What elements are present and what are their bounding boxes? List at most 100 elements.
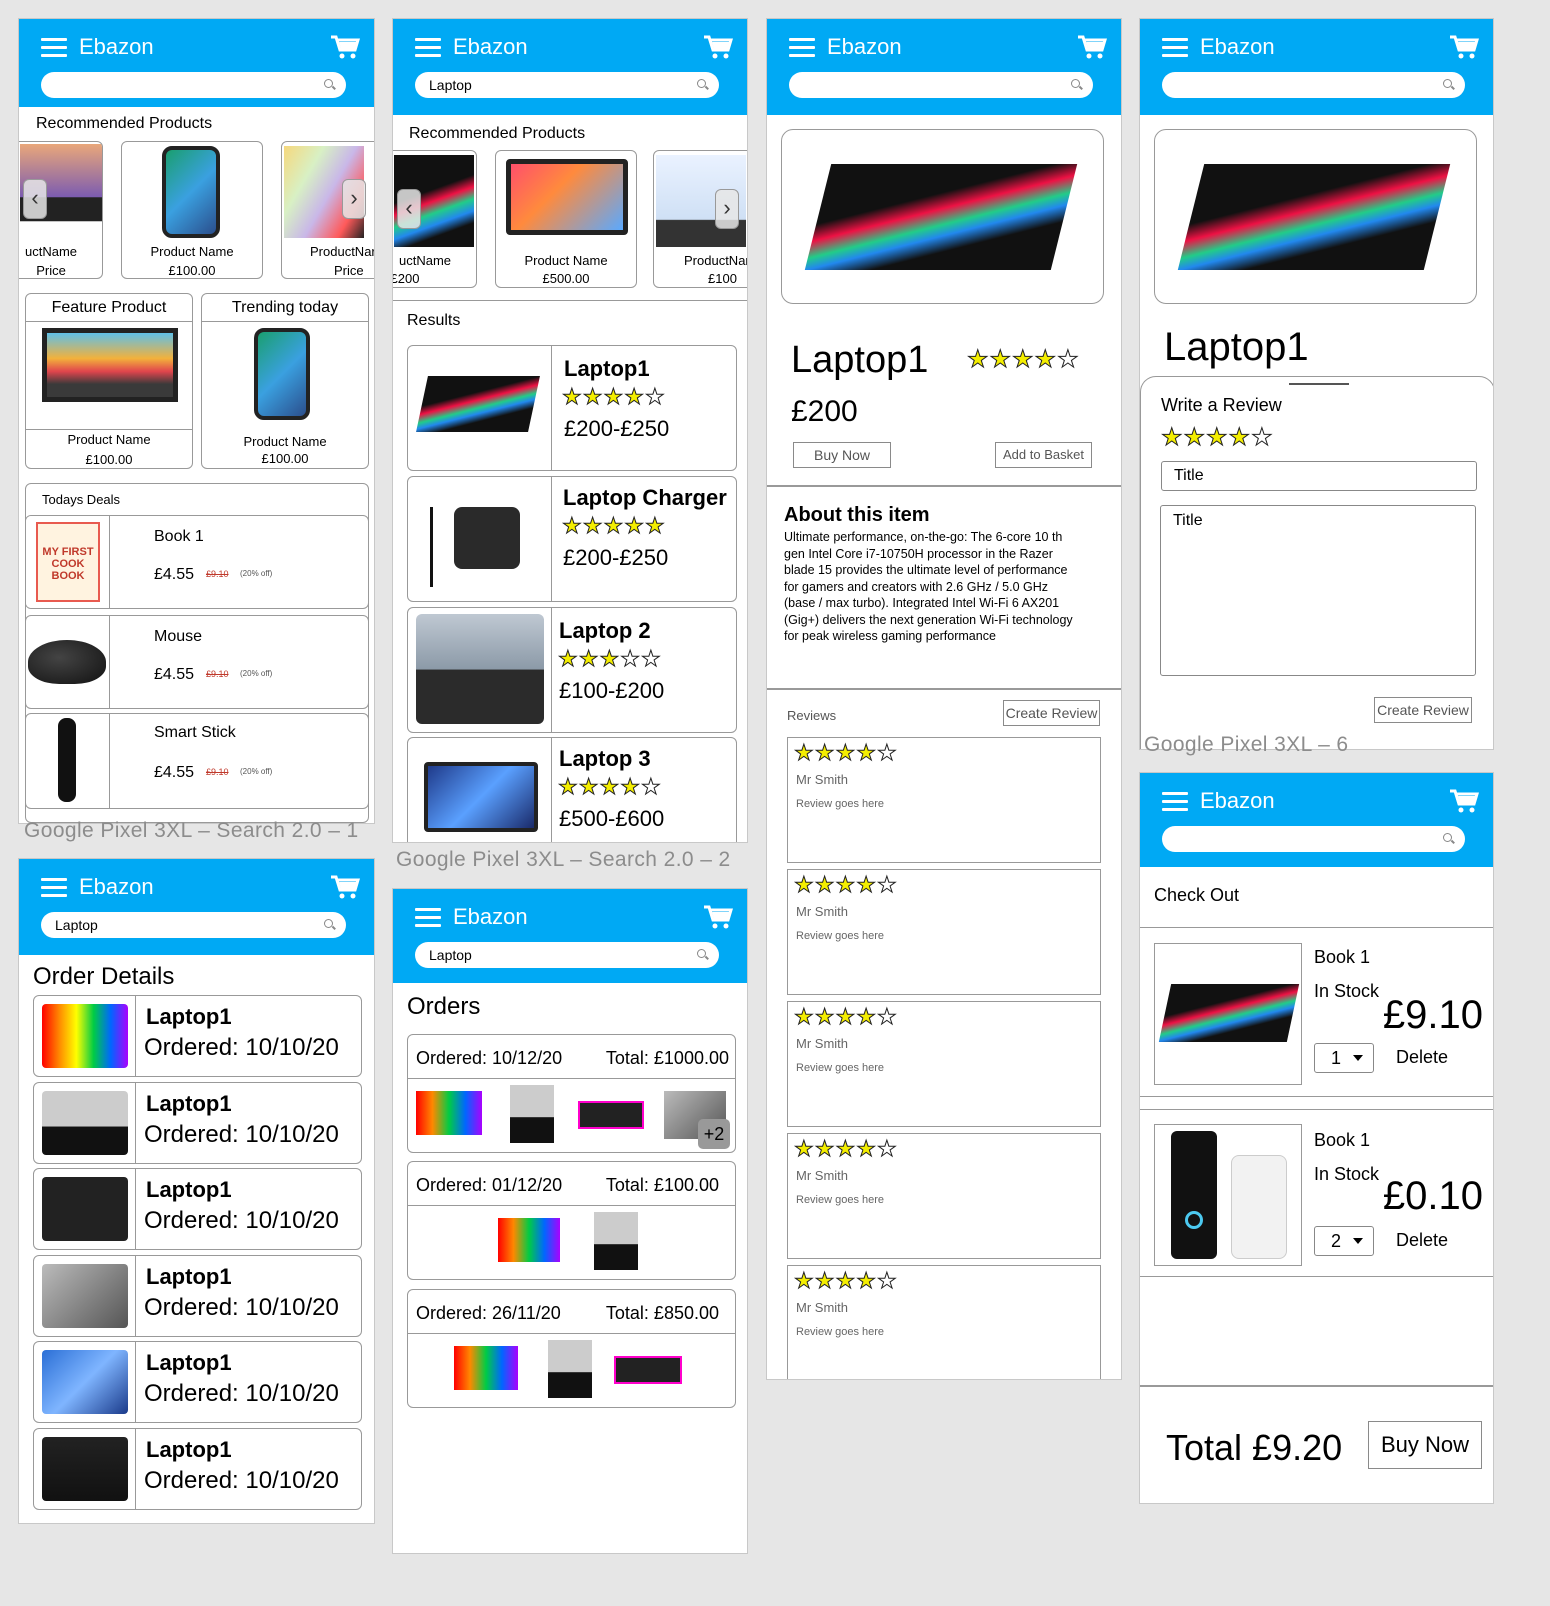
cart-icon[interactable] xyxy=(1077,34,1107,60)
order-detail-item[interactable]: Laptop1 Ordered: 10/10/20 xyxy=(33,1081,362,1164)
review-author: Mr Smith xyxy=(796,1036,848,1051)
review-form-title: Write a Review xyxy=(1161,395,1282,415)
product-image xyxy=(26,714,110,808)
menu-icon[interactable] xyxy=(41,38,67,57)
result-item[interactable]: Laptop1 ★★★★★ £200-£250 xyxy=(407,345,737,471)
menu-icon[interactable] xyxy=(1162,38,1188,57)
carousel-prev-button[interactable]: ‹ xyxy=(397,189,421,229)
quantity-select[interactable]: 1 xyxy=(1314,1043,1374,1073)
create-review-button[interactable]: Create Review xyxy=(1003,700,1100,726)
order-detail-item[interactable]: Laptop1 Ordered: 10/10/20 xyxy=(33,1254,362,1337)
menu-icon[interactable] xyxy=(415,908,441,927)
search-icon[interactable] xyxy=(1071,79,1083,91)
cart-icon[interactable] xyxy=(330,34,360,60)
frame-label: Google Pixel 3XL – 6 xyxy=(1144,733,1349,756)
order-card[interactable]: Ordered: 26/11/20 Total: £850.00 xyxy=(407,1289,736,1408)
search-icon[interactable] xyxy=(697,949,709,961)
more-items-badge[interactable]: +2 xyxy=(698,1119,730,1149)
buy-now-button[interactable]: Buy Now xyxy=(1368,1421,1482,1469)
dropdown-icon[interactable] xyxy=(1353,1055,1363,1061)
product-card[interactable]: Product Name £100.00 xyxy=(121,141,263,279)
order-detail-item[interactable]: Laptop1 Ordered: 10/10/20 xyxy=(33,995,362,1077)
search-icon[interactable] xyxy=(1443,79,1455,91)
deal-discount: (20% off) xyxy=(240,569,273,578)
review-text: Review goes here xyxy=(796,930,885,942)
star-filled-icon[interactable]: ★ xyxy=(1183,423,1207,452)
review-title-field[interactable]: Title xyxy=(1161,461,1477,491)
review-text: Review goes here xyxy=(796,1194,885,1206)
order-date: Ordered: 26/11/20 xyxy=(416,1303,561,1323)
order-item-image xyxy=(416,1091,482,1135)
search-icon[interactable] xyxy=(697,79,709,91)
star-empty-icon[interactable]: ★ xyxy=(1251,423,1274,452)
search-icon[interactable] xyxy=(1443,833,1455,845)
star-filled-icon: ★ xyxy=(835,1268,857,1294)
menu-icon[interactable] xyxy=(789,38,815,57)
product-card[interactable]: Product Name £500.00 xyxy=(495,150,637,288)
review-author: Mr Smith xyxy=(796,1300,848,1315)
result-item[interactable]: Laptop 3 ★★★★★ £500-£600 xyxy=(407,737,737,842)
section-title: Recommended Products xyxy=(409,125,586,142)
cart-icon[interactable] xyxy=(1449,34,1479,60)
product-image xyxy=(34,1169,136,1249)
cart-icon[interactable] xyxy=(703,34,733,60)
result-item[interactable]: Laptop Charger ★★★★★ £200-£250 xyxy=(407,476,737,602)
sheet-handle[interactable] xyxy=(1289,383,1349,385)
cart-icon[interactable] xyxy=(1449,788,1479,814)
result-item[interactable]: Laptop 2 ★★★★★ £100-£200 xyxy=(407,607,737,733)
star-filled-icon: ★ xyxy=(814,740,836,766)
menu-icon[interactable] xyxy=(415,38,441,57)
star-filled-icon[interactable]: ★ xyxy=(1206,423,1229,452)
order-detail-item[interactable]: Laptop1 Ordered: 10/10/20 xyxy=(33,1341,362,1423)
search-input[interactable] xyxy=(41,72,346,98)
order-card[interactable]: Ordered: 10/12/20 Total: £1000.00 +2 xyxy=(407,1034,736,1153)
delete-button[interactable]: Delete xyxy=(1396,1047,1448,1068)
carousel-next-button[interactable]: › xyxy=(715,189,739,229)
quantity-select[interactable]: 2 xyxy=(1314,1226,1374,1256)
add-to-basket-button[interactable]: Add to Basket xyxy=(995,442,1092,468)
rating-stars: ★★★★★ xyxy=(794,1004,898,1030)
star-empty-icon: ★ xyxy=(876,872,898,898)
star-filled-icon[interactable]: ★ xyxy=(1228,423,1252,452)
buy-now-button[interactable]: Buy Now xyxy=(793,442,891,468)
product-price: £200 xyxy=(791,395,858,428)
order-card[interactable]: Ordered: 01/12/20 Total: £100.00 xyxy=(407,1161,736,1280)
star-filled-icon[interactable]: ★ xyxy=(1161,423,1184,452)
search-input[interactable]: Laptop xyxy=(415,942,719,968)
cart-icon[interactable] xyxy=(330,874,360,900)
dropdown-icon[interactable] xyxy=(1353,1238,1363,1244)
delete-button[interactable]: Delete xyxy=(1396,1230,1448,1251)
rating-input[interactable]: ★★★★★ xyxy=(1161,423,1274,452)
star-filled-icon: ★ xyxy=(814,872,836,898)
star-filled-icon: ★ xyxy=(794,1268,815,1294)
search-input[interactable] xyxy=(1162,826,1465,852)
product-image xyxy=(804,164,1078,270)
item-name: Laptop1 xyxy=(146,1004,232,1029)
menu-icon[interactable] xyxy=(41,878,67,897)
search-input[interactable] xyxy=(789,72,1093,98)
carousel-next-button[interactable]: › xyxy=(342,179,366,219)
item-name: Laptop1 xyxy=(146,1177,232,1202)
create-review-button[interactable]: Create Review xyxy=(1374,697,1472,723)
deal-item[interactable]: Smart Stick £4.55 £9.10 (20% off) xyxy=(25,713,369,809)
carousel-prev-button[interactable]: ‹ xyxy=(23,179,47,219)
item-name: Laptop1 xyxy=(146,1090,232,1116)
search-input[interactable]: Laptop xyxy=(41,912,346,938)
search-icon[interactable] xyxy=(324,79,336,91)
trending-product-card[interactable]: Trending today Product Name £100.00 xyxy=(201,293,369,469)
search-input[interactable] xyxy=(1162,72,1465,98)
review-body-field[interactable]: Title xyxy=(1160,505,1476,676)
search-input[interactable]: Laptop xyxy=(415,72,719,98)
order-item-image xyxy=(454,1346,518,1390)
cart-item-price: £0.10 xyxy=(1382,1174,1483,1218)
deal-item[interactable]: MY FIRST COOK BOOK Book 1 £4.55 £9.10 (2… xyxy=(25,515,369,609)
page-title: Order Details xyxy=(33,963,175,990)
feature-product-card[interactable]: Feature Product Product Name £100.00 xyxy=(25,293,193,469)
deal-item[interactable]: Mouse £4.55 £9.10 (20% off) xyxy=(25,615,369,709)
search-icon[interactable] xyxy=(324,919,336,931)
order-detail-item[interactable]: Laptop1 Ordered: 10/10/20 xyxy=(33,1427,362,1510)
menu-icon[interactable] xyxy=(1162,792,1188,811)
cart-icon[interactable] xyxy=(703,904,733,930)
product-image xyxy=(506,159,628,235)
order-detail-item[interactable]: Laptop1 Ordered: 10/10/20 xyxy=(33,1168,362,1250)
